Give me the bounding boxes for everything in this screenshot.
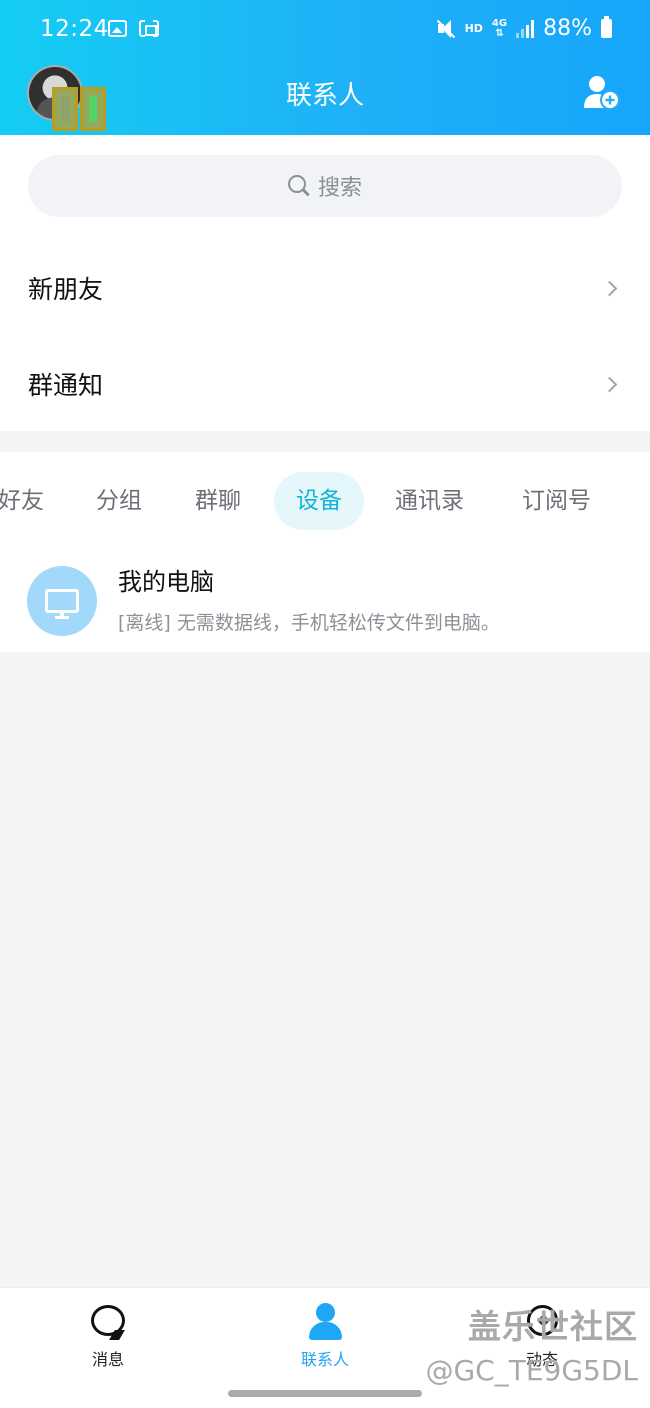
tab-devices[interactable]: 设备 — [274, 472, 364, 530]
chat-bubble-icon — [88, 1302, 128, 1342]
chevron-right-icon — [601, 376, 618, 392]
chevron-right-icon — [601, 280, 618, 296]
hd-indicator: HD — [464, 22, 483, 35]
battery-percentage: 88% — [543, 16, 592, 41]
screenshot-notification-icon — [139, 20, 159, 37]
page-title: 联系人 — [285, 81, 364, 111]
watermark-title: 盖乐世社区 — [468, 1307, 638, 1346]
nav-messages[interactable]: 消息 — [48, 1302, 168, 1370]
tab-address-book[interactable]: 通讯录 — [395, 472, 464, 530]
contacts-top-section: 搜索 新朋友 群通知 — [0, 135, 650, 431]
search-input[interactable]: 搜索 — [28, 155, 622, 217]
battery-icon — [601, 16, 612, 38]
watermark: 盖乐世社区 @GC_TE9G5DL — [425, 1300, 638, 1387]
search-icon — [287, 175, 310, 197]
mute-icon — [436, 19, 456, 39]
network-4g-icon: 4G ⇅ — [491, 17, 508, 39]
watermark-handle: @GC_TE9G5DL — [425, 1354, 638, 1387]
search-placeholder: 搜索 — [317, 176, 362, 201]
entry-label: 群通知 — [28, 371, 104, 400]
status-bar: 12:24 HD 4G ⇅ 88% — [0, 0, 650, 60]
nav-label: 消息 — [91, 1350, 124, 1369]
device-name: 我的电脑 — [118, 568, 214, 596]
nav-label: 联系人 — [300, 1350, 349, 1369]
entry-label: 新朋友 — [28, 275, 104, 304]
tab-subscriptions[interactable]: 订阅号 — [522, 472, 591, 530]
tab-friends[interactable]: 好友 — [0, 472, 44, 530]
device-list-item[interactable]: 我的电脑 [离线] 无需数据线，手机轻松传文件到电脑。 — [0, 548, 650, 652]
title-bar: 联系人 — [0, 60, 650, 135]
home-indicator[interactable] — [228, 1390, 422, 1397]
new-friends-entry[interactable]: 新朋友 — [0, 240, 650, 336]
monitor-icon — [27, 566, 97, 636]
group-notifications-entry[interactable]: 群通知 — [0, 336, 650, 432]
device-description: [离线] 无需数据线，手机轻松传文件到电脑。 — [118, 612, 500, 634]
status-notification-icons — [108, 20, 159, 37]
status-time: 12:24 — [40, 16, 109, 42]
contacts-tabs-section: 好友 分组 群聊 设备 通讯录 订阅号 我的电脑 [离线] 无需数据线，手机轻松… — [0, 452, 650, 652]
person-icon — [305, 1302, 345, 1342]
status-indicators: HD 4G ⇅ 88% — [436, 16, 612, 41]
tab-group-chats[interactable]: 群聊 — [195, 472, 241, 530]
app-header: 12:24 HD 4G ⇅ 88% 联系人 — [0, 0, 650, 135]
signal-strength-icon — [516, 19, 535, 38]
gallery-notification-icon — [108, 20, 127, 37]
add-friend-icon[interactable] — [583, 74, 621, 110]
tab-groups[interactable]: 分组 — [96, 472, 142, 530]
category-tabs: 好友 分组 群聊 设备 通讯录 订阅号 — [0, 472, 650, 530]
nav-contacts[interactable]: 联系人 — [265, 1302, 385, 1370]
